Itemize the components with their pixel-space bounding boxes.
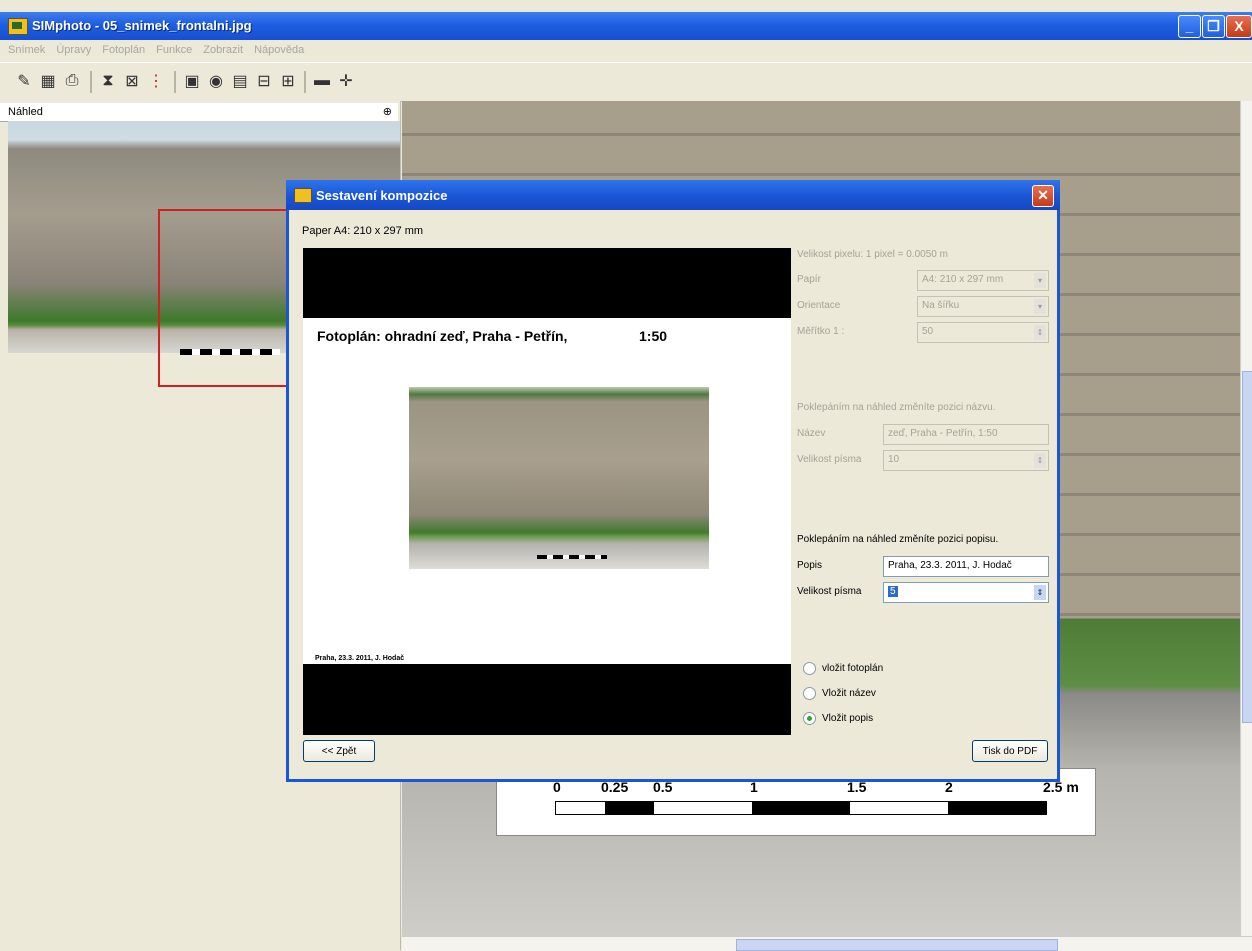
name-font-size-spinner[interactable]: 10 ⇕ (883, 450, 1049, 471)
dialog-titlebar: Sestavení kompozice ✕ (286, 180, 1060, 210)
name-label: Název (797, 428, 826, 439)
camera-icon[interactable]: ▣ (182, 71, 202, 91)
marker-icon[interactable]: ⋮ (146, 71, 166, 91)
orientation-label: Orientace (797, 300, 841, 311)
name-input[interactable]: zeď, Praha - Petřín, 1:50 (883, 424, 1049, 445)
description-font-size-label: Velikost písma (797, 586, 862, 597)
pin-icon[interactable]: ⊕ (383, 105, 392, 118)
grid-icon[interactable]: ⊠ (122, 71, 142, 91)
pixel-size-label: Velikost pixelu: 1 pixel = 0.0050 m (797, 249, 948, 260)
thumbnail-scalebar (180, 349, 280, 355)
paper-select[interactable]: A4: 210 x 297 mm ▾ (917, 270, 1049, 291)
menu-zobrazit[interactable]: Zobrazit (203, 44, 243, 56)
radio-insert-description[interactable]: Vložit popis (803, 712, 873, 725)
window-titlebar: SIMphoto - 05_snimek_frontalni.jpg _ ❐ X (0, 12, 1252, 40)
main-scalebar (555, 801, 1047, 815)
orientation-select[interactable]: Na šířku ▾ (917, 296, 1049, 317)
dialog-title: Sestavení kompozice (316, 188, 448, 203)
horizontal-scrollbar[interactable] (402, 936, 1252, 951)
save-icon[interactable]: ▦ (38, 71, 58, 91)
name-font-size-label: Velikost písma (797, 454, 862, 465)
paper-label: Papír (797, 274, 821, 285)
radio-insert-photoplan[interactable]: vložit fotoplán (803, 662, 883, 675)
maximize-button[interactable]: ❐ (1202, 15, 1225, 38)
radio-insert-title[interactable]: Vložit název (803, 687, 876, 700)
preview-top-band (303, 248, 791, 318)
preview-photoplan[interactable] (409, 387, 709, 569)
open-icon[interactable]: ✎ (14, 71, 34, 91)
preview-description[interactable]: Praha, 23.3. 2011, J. Hodač (315, 655, 404, 662)
close-button[interactable]: X (1226, 15, 1252, 38)
minimize-button[interactable]: _ (1178, 15, 1201, 38)
cross-icon[interactable]: ✛ (336, 71, 356, 91)
description-input[interactable]: Praha, 23.3. 2011, J. Hodač (883, 556, 1049, 577)
menu-bar: Snímek Úpravy Fotoplán Funkce Zobrazit N… (0, 40, 1252, 62)
composition-preview[interactable]: Fotoplán: ohradní zeď, Praha - Petřín, 1… (303, 248, 791, 735)
vertical-scrollbar[interactable] (1240, 101, 1252, 936)
dialog-app-icon (294, 188, 312, 203)
toolbar: ✎ ▦ ⎙ ⧗ ⊠ ⋮ ▣ ◉ ▤ ⊟ ⊞ ▬ ✛ (0, 62, 1252, 102)
menu-funkce[interactable]: Funkce (156, 44, 192, 56)
window-title: SIMphoto - 05_snimek_frontalni.jpg (32, 18, 252, 33)
composition-dialog: Sestavení kompozice ✕ Paper A4: 210 x 29… (286, 180, 1060, 782)
print-icon[interactable]: ⎙ (62, 71, 82, 91)
menu-napoveda[interactable]: Nápověda (254, 44, 304, 56)
preview-title[interactable]: Fotoplán: ohradní zeď, Praha - Petřín, (317, 328, 567, 344)
description-position-hint: Poklepáním na náhled změníte pozici popi… (797, 534, 999, 545)
crop-icon[interactable]: ⧗ (98, 71, 118, 91)
scale-spinner[interactable]: 50 ⇕ (917, 322, 1049, 343)
dialog-close-button[interactable]: ✕ (1032, 185, 1054, 207)
preview-panel-title: Náhled (8, 106, 43, 118)
scale-label: Měřítko 1 : (797, 326, 845, 337)
print-to-pdf-button[interactable]: Tisk do PDF (972, 740, 1048, 762)
description-font-size-spinner[interactable]: 5 ⇕ (883, 582, 1049, 603)
monitor-icon[interactable]: ▬ (312, 71, 332, 91)
name-position-hint: Poklepáním na náhled změníte pozici názv… (797, 402, 996, 413)
preview-bottom-band (303, 664, 791, 735)
scale-icon[interactable]: ⊞ (278, 71, 298, 91)
paper-size-label: Paper A4: 210 x 297 mm (302, 225, 424, 237)
ruler-icon[interactable]: ⊟ (254, 71, 274, 91)
app-icon (8, 18, 28, 35)
description-label: Popis (797, 560, 823, 571)
back-button[interactable]: << Zpět (303, 740, 375, 762)
menu-fotoplan[interactable]: Fotoplán (102, 44, 145, 56)
preview-scale: 1:50 (639, 328, 668, 344)
photo-icon[interactable]: ◉ (206, 71, 226, 91)
table-icon[interactable]: ▤ (230, 71, 250, 91)
menu-upravy[interactable]: Úpravy (56, 44, 91, 56)
menu-snimek[interactable]: Snímek (8, 44, 45, 56)
preview-panel-header: Náhled ⊕ (0, 103, 398, 122)
